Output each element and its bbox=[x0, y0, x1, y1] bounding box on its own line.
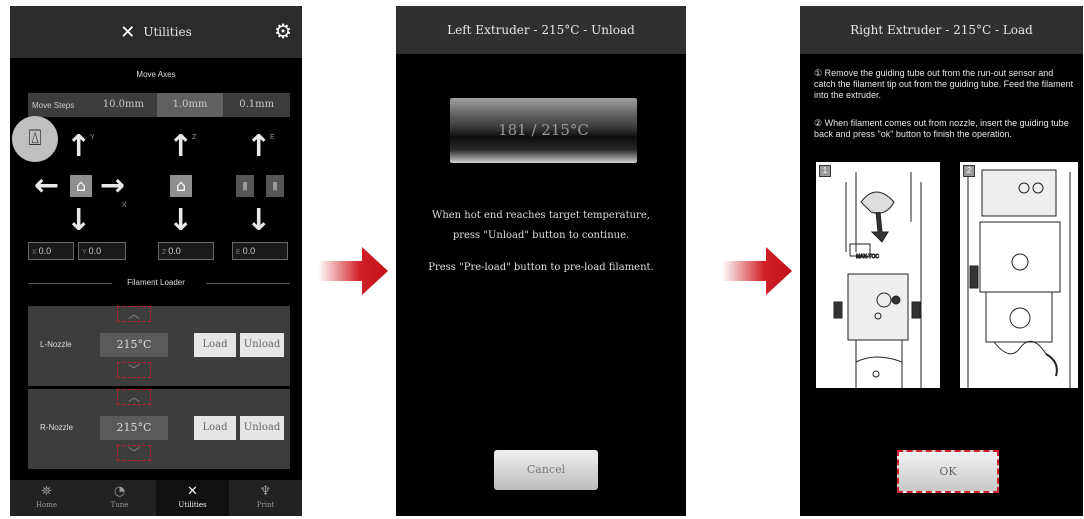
e-axis-marker: E bbox=[270, 134, 275, 141]
svg-text:MAX-TOC: MAX-TOC bbox=[856, 254, 879, 260]
instruction-line-1: When hot end reaches target temperature, bbox=[432, 210, 650, 221]
l-temp-up-chevron-icon[interactable]: ︿ bbox=[117, 306, 151, 322]
l-nozzle-label: L-Nozzle bbox=[40, 340, 72, 349]
disable-motors-button[interactable]: ⍍ bbox=[12, 116, 58, 162]
ok-button[interactable]: OK bbox=[897, 450, 999, 493]
y-axis-marker: Y bbox=[90, 134, 95, 141]
temperature-readout: 181 / 215°C bbox=[450, 98, 637, 163]
step-option-01mm[interactable]: 0.1mm bbox=[223, 93, 290, 117]
z-coordinate-field: Z 0.0 bbox=[158, 242, 214, 260]
filament-loader-heading: Filament Loader bbox=[10, 278, 302, 287]
nav-home[interactable]: ⛯ Home bbox=[10, 480, 83, 516]
nav-print[interactable]: ♆ Print bbox=[229, 480, 302, 516]
l-nozzle-panel: ︿ L-Nozzle 215°C ﹀ Load Unload bbox=[28, 306, 290, 386]
x-right-arrow-icon[interactable]: → bbox=[100, 171, 125, 201]
l-unload-button[interactable]: Unload bbox=[240, 333, 284, 357]
extruder-diagram-2: 2 bbox=[960, 162, 1078, 388]
r-temp-down-chevron-icon[interactable]: ﹀ bbox=[117, 445, 151, 461]
utilities-title-bar: ✕ Utilities ⚙ bbox=[10, 6, 302, 58]
l-load-button[interactable]: Load bbox=[194, 333, 236, 357]
bottom-nav: ⛯ Home ◔ Tune ✕ Utilities ♆ Print bbox=[10, 480, 302, 516]
x-left-arrow-icon[interactable]: ← bbox=[34, 171, 59, 201]
y-down-arrow-icon[interactable]: ↓ bbox=[66, 206, 91, 236]
tune-icon: ◔ bbox=[113, 484, 126, 499]
r-unload-button[interactable]: Unload bbox=[240, 416, 284, 440]
move-steps-label: Move Steps bbox=[32, 100, 75, 110]
r-nozzle-panel: ︿ R-Nozzle 215°C ﹀ Load Unload bbox=[28, 389, 290, 469]
e-down-arrow-icon[interactable]: ↓ bbox=[246, 206, 271, 236]
left-extruder-select-button[interactable]: ▮ bbox=[236, 175, 254, 197]
page-title: Right Extruder - 215°C - Load bbox=[850, 23, 1033, 37]
home-z-button[interactable]: ⌂ bbox=[170, 175, 192, 197]
next-step-arrow-icon bbox=[722, 247, 792, 295]
cancel-button[interactable]: Cancel bbox=[494, 450, 598, 490]
r-nozzle-label: R-Nozzle bbox=[40, 423, 73, 432]
load-screen: Right Extruder - 215°C - Load ① Remove t… bbox=[800, 6, 1083, 516]
instruction-step-2: ② When filament comes out from nozzle, i… bbox=[814, 118, 1069, 139]
right-extruder-select-button[interactable]: ▮ bbox=[266, 175, 284, 197]
utilities-screen: ✕ Utilities ⚙ Move Axes Move Steps 10.0m… bbox=[10, 6, 302, 516]
move-axes-heading: Move Axes bbox=[136, 70, 176, 79]
step-option-1mm[interactable]: 1.0mm bbox=[156, 93, 224, 117]
step-option-10mm[interactable]: 10.0mm bbox=[90, 93, 157, 117]
move-steps-selector: Move Steps 10.0mm 1.0mm 0.1mm bbox=[28, 93, 290, 117]
diagram-tag-2: 2 bbox=[963, 165, 975, 177]
home-icon: ⛯ bbox=[41, 484, 52, 499]
y-coordinate-field: Y 0.0 bbox=[78, 242, 126, 260]
gear-icon[interactable]: ⚙ bbox=[274, 19, 292, 43]
nav-utilities[interactable]: ✕ Utilities bbox=[156, 480, 229, 516]
instruction-line-2: press "Unload" button to continue. bbox=[452, 230, 630, 241]
l-temp-down-chevron-icon[interactable]: ﹀ bbox=[117, 362, 151, 378]
e-coordinate-field: E 0.0 bbox=[232, 242, 288, 260]
r-temp-up-chevron-icon[interactable]: ︿ bbox=[117, 389, 151, 405]
unload-title-bar: Left Extruder - 215°C - Unload bbox=[396, 6, 686, 54]
r-load-button[interactable]: Load bbox=[194, 416, 236, 440]
print-icon: ♆ bbox=[259, 484, 272, 499]
l-nozzle-temperature[interactable]: 215°C bbox=[100, 333, 168, 357]
z-axis-marker: Z bbox=[192, 134, 197, 141]
diagram-tag-1: 1 bbox=[819, 165, 831, 177]
load-title-bar: Right Extruder - 215°C - Load bbox=[800, 6, 1083, 54]
next-step-arrow-icon bbox=[318, 247, 388, 295]
y-up-arrow-icon[interactable]: ↑ bbox=[66, 132, 91, 162]
x-axis-marker: X bbox=[122, 202, 127, 209]
extruder-diagram-1: 1 MAX-TOC bbox=[816, 162, 940, 388]
instruction-step-1: ① Remove the guiding tube out from the r… bbox=[814, 68, 1074, 100]
e-up-arrow-icon[interactable]: ↑ bbox=[246, 132, 271, 162]
nav-tune[interactable]: ◔ Tune bbox=[83, 480, 156, 516]
z-down-arrow-icon[interactable]: ↓ bbox=[168, 206, 193, 236]
utilities-icon: ✕ bbox=[187, 484, 198, 499]
z-up-arrow-icon[interactable]: ↑ bbox=[168, 132, 193, 162]
unload-screen: Left Extruder - 215°C - Unload 181 / 215… bbox=[396, 6, 686, 516]
page-title: Left Extruder - 215°C - Unload bbox=[447, 23, 635, 37]
r-nozzle-temperature[interactable]: 215°C bbox=[100, 416, 168, 440]
x-coordinate-field: X 0.0 bbox=[28, 242, 74, 260]
instruction-line-3: Press "Pre-load" button to pre-load fila… bbox=[428, 262, 654, 273]
home-xy-button[interactable]: ⌂ bbox=[70, 175, 92, 197]
wrench-screwdriver-icon: ✕ bbox=[120, 21, 136, 43]
page-title: Utilities bbox=[143, 25, 192, 39]
